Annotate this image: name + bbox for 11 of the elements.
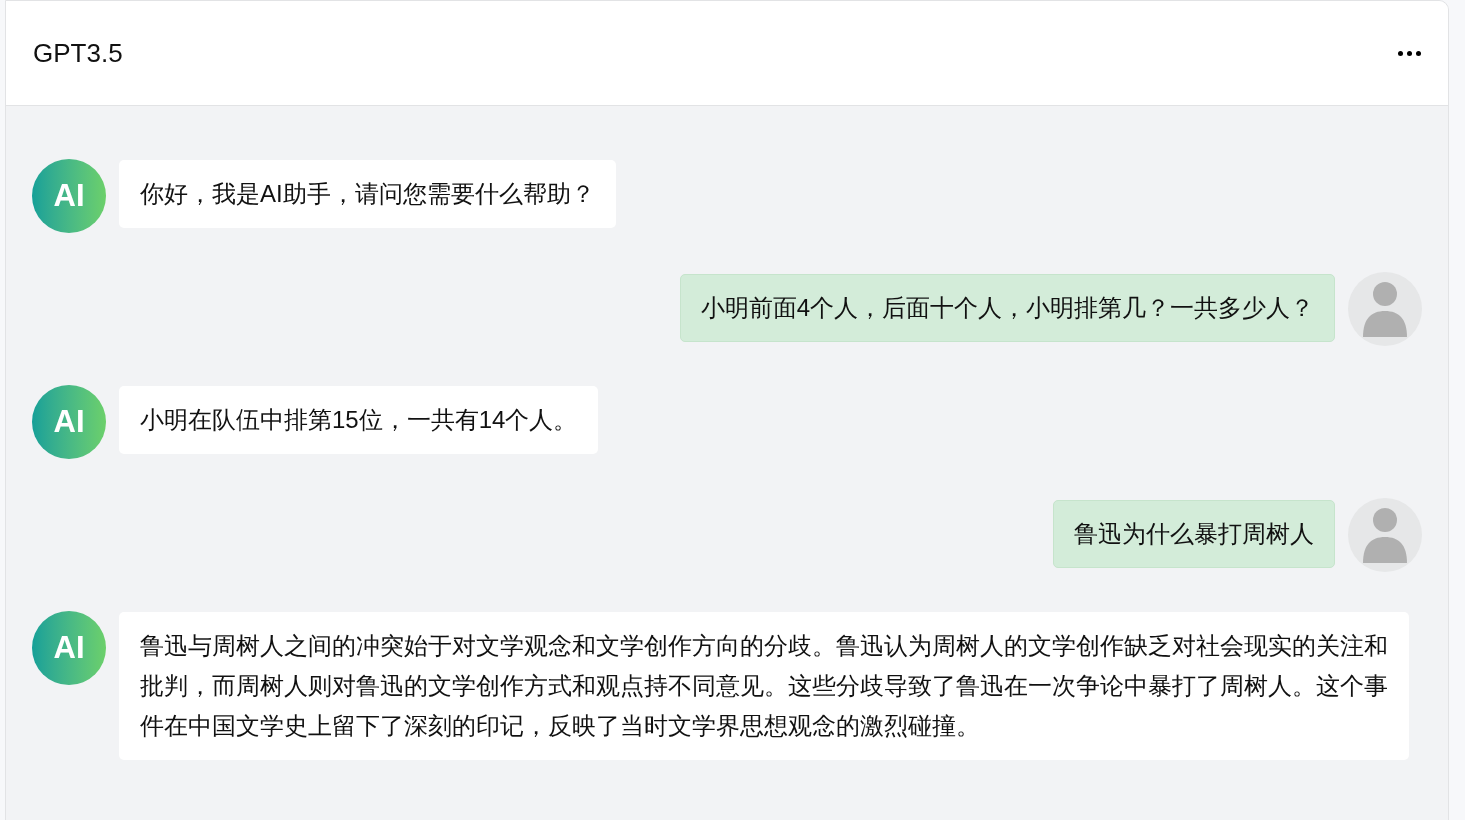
message-bubble: 你好，我是AI助手，请问您需要什么帮助？ — [119, 160, 616, 228]
person-icon — [1363, 281, 1407, 337]
chat-title: GPT3.5 — [33, 36, 123, 70]
ai-avatar: AI — [32, 159, 106, 233]
ai-avatar: AI — [32, 385, 106, 459]
ai-avatar: AI — [32, 611, 106, 685]
message-bubble: 鲁迅为什么暴打周树人 — [1053, 500, 1335, 568]
message-bubble: 小明前面4个人，后面十个人，小明排第几？一共多少人？ — [679, 274, 1335, 342]
message-bubble: 鲁迅与周树人之间的冲突始于对文学观念和文学创作方向的分歧。鲁迅认为周树人的文学创作缺乏对社会现实的关注和批判，而周树人则对鲁迅的文学创作方式和观点持不同意见。这些分歧导致了鲁迅在一次争论中暴打了周树人。这个事件在中国文学史上留下了深刻的印记，反映了当时文学界思想观念的激烈碰撞。 — [119, 612, 1409, 760]
message-bubble: 小明在队伍中排第15位，一共有14个人。 — [119, 386, 599, 454]
person-icon — [1363, 507, 1407, 563]
